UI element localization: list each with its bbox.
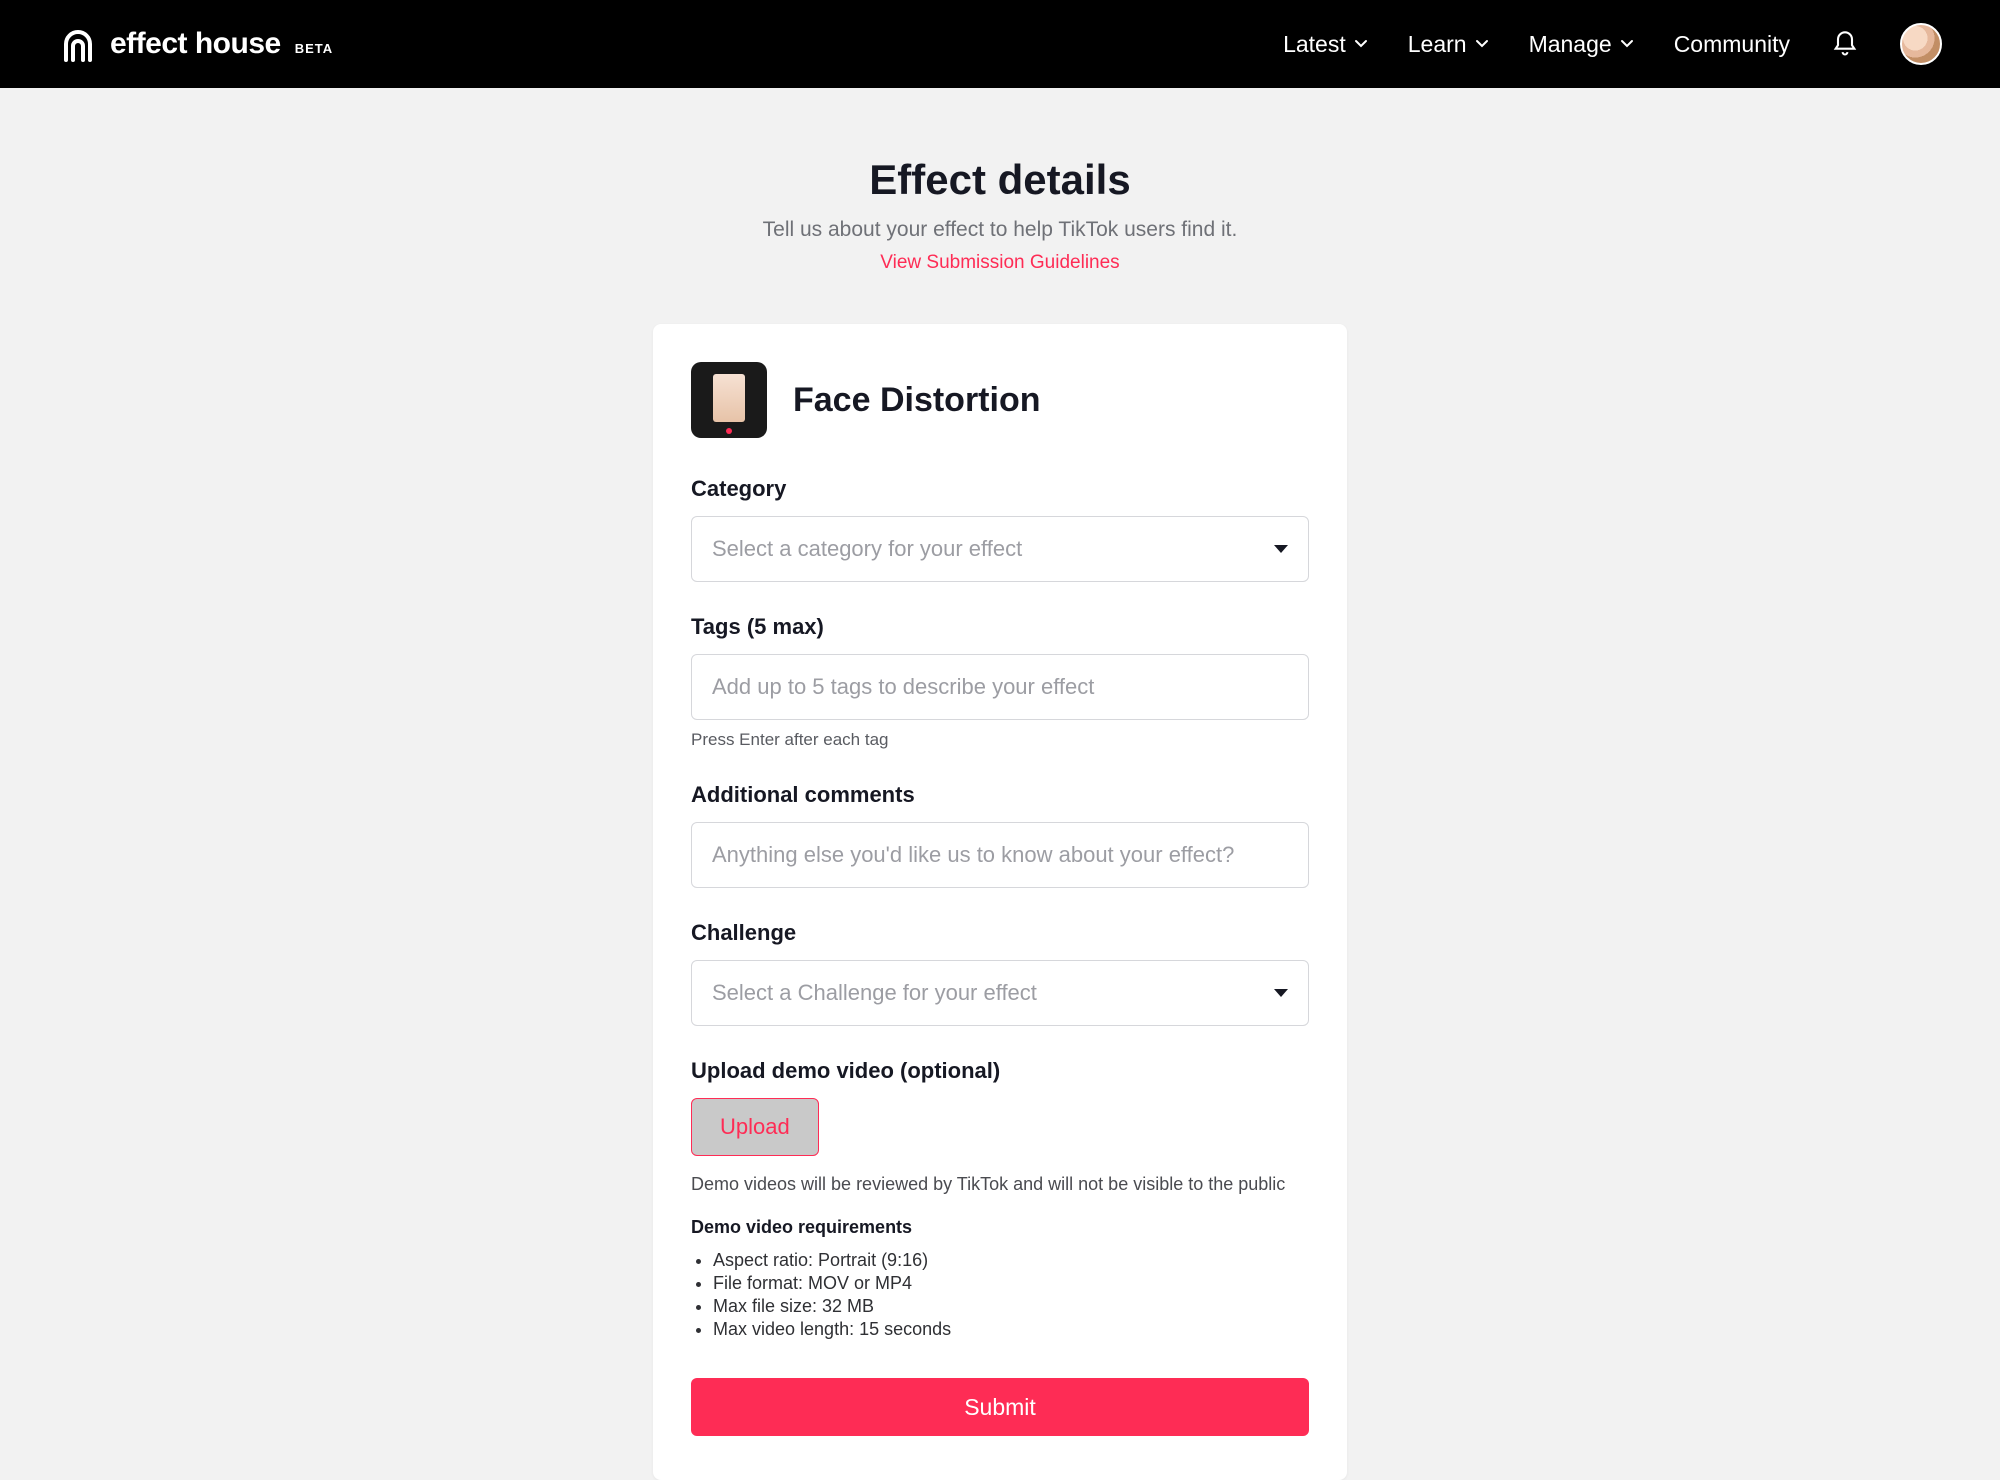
comments-group: Additional comments Anything else you'd … <box>691 782 1309 888</box>
category-group: Category Select a category for your effe… <box>691 476 1309 582</box>
tags-input[interactable]: Add up to 5 tags to describe your effect <box>691 654 1309 720</box>
effect-header: Face Distortion <box>691 362 1309 438</box>
chevron-down-icon <box>1620 37 1634 51</box>
challenge-select[interactable]: Select a Challenge for your effect <box>691 960 1309 1026</box>
nav-label: Latest <box>1283 31 1346 58</box>
challenge-group: Challenge Select a Challenge for your ef… <box>691 920 1309 1026</box>
nav-right: Latest Learn Manage Community <box>1283 23 1942 65</box>
requirements-list: Aspect ratio: Portrait (9:16) File forma… <box>691 1250 1309 1340</box>
brand[interactable]: effect house BETA <box>58 24 333 64</box>
nav-label: Community <box>1674 31 1790 58</box>
category-placeholder: Select a category for your effect <box>712 536 1022 562</box>
nav-label: Learn <box>1408 31 1467 58</box>
comments-label: Additional comments <box>691 782 1309 808</box>
comments-placeholder: Anything else you'd like us to know abou… <box>712 842 1234 868</box>
submission-guidelines-link[interactable]: View Submission Guidelines <box>880 252 1119 274</box>
upload-button[interactable]: Upload <box>691 1098 819 1156</box>
brand-name: effect house <box>110 27 281 61</box>
top-nav: effect house BETA Latest Learn Manage Co… <box>0 0 2000 88</box>
tags-group: Tags (5 max) Add up to 5 tags to describ… <box>691 614 1309 750</box>
chevron-down-icon <box>1354 37 1368 51</box>
requirement-item: File format: MOV or MP4 <box>713 1273 1309 1294</box>
nav-item-latest[interactable]: Latest <box>1283 31 1368 58</box>
effect-name: Face Distortion <box>793 381 1040 420</box>
caret-down-icon <box>1274 545 1288 553</box>
nav-label: Manage <box>1529 31 1612 58</box>
comments-input[interactable]: Anything else you'd like us to know abou… <box>691 822 1309 888</box>
upload-label: Upload demo video (optional) <box>691 1058 1309 1084</box>
nav-item-manage[interactable]: Manage <box>1529 31 1634 58</box>
requirements-title: Demo video requirements <box>691 1217 1309 1238</box>
challenge-label: Challenge <box>691 920 1309 946</box>
effect-thumbnail <box>691 362 767 438</box>
challenge-placeholder: Select a Challenge for your effect <box>712 980 1037 1006</box>
caret-down-icon <box>1274 989 1288 997</box>
submit-button[interactable]: Submit <box>691 1378 1309 1436</box>
page-header: Effect details Tell us about your effect… <box>0 88 2000 274</box>
tags-label: Tags (5 max) <box>691 614 1309 640</box>
effect-details-card: Face Distortion Category Select a catego… <box>653 324 1347 1480</box>
nav-item-community[interactable]: Community <box>1674 31 1790 58</box>
chevron-down-icon <box>1475 37 1489 51</box>
tags-hint: Press Enter after each tag <box>691 730 1309 750</box>
brand-beta-tag: BETA <box>295 41 333 56</box>
requirement-item: Max video length: 15 seconds <box>713 1319 1309 1340</box>
upload-group: Upload demo video (optional) Upload Demo… <box>691 1058 1309 1340</box>
effect-house-logo-icon <box>58 24 98 64</box>
user-avatar[interactable] <box>1900 23 1942 65</box>
requirement-item: Max file size: 32 MB <box>713 1296 1309 1317</box>
notification-bell-icon[interactable] <box>1830 29 1860 59</box>
upload-note: Demo videos will be reviewed by TikTok a… <box>691 1174 1309 1195</box>
page-title: Effect details <box>0 156 2000 204</box>
category-select[interactable]: Select a category for your effect <box>691 516 1309 582</box>
tags-placeholder: Add up to 5 tags to describe your effect <box>712 674 1094 700</box>
requirement-item: Aspect ratio: Portrait (9:16) <box>713 1250 1309 1271</box>
nav-item-learn[interactable]: Learn <box>1408 31 1489 58</box>
category-label: Category <box>691 476 1309 502</box>
page-subtitle: Tell us about your effect to help TikTok… <box>0 218 2000 242</box>
